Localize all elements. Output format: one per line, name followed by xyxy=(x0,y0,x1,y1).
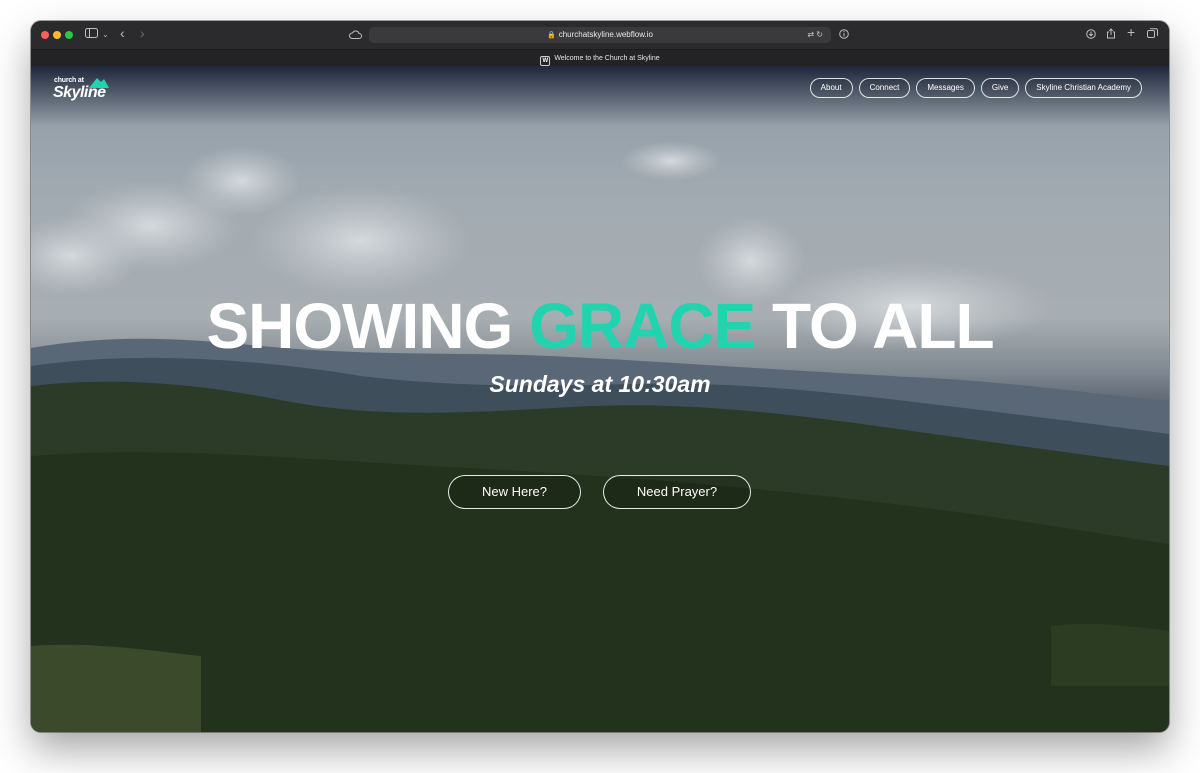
webflow-favicon-icon: W xyxy=(540,56,551,66)
close-window-button[interactable] xyxy=(41,31,49,39)
translate-reload-icons[interactable]: ⇄ ↻ xyxy=(807,27,823,43)
address-bar[interactable]: 🔒 churchatskyline.webflow.io ⇄ ↻ xyxy=(369,27,831,43)
tab-title-text: Welcome to the Church at Skyline xyxy=(554,55,660,62)
nav-connect-button[interactable]: Connect xyxy=(858,78,911,98)
maximize-window-button[interactable] xyxy=(65,31,73,39)
new-here-button[interactable]: New Here? xyxy=(448,475,581,509)
service-times: Sundays at 10:30am xyxy=(489,371,711,397)
need-prayer-button[interactable]: Need Prayer? xyxy=(603,475,751,509)
logo-main-text: Skyline xyxy=(53,84,106,101)
cloud-icon[interactable] xyxy=(349,28,362,42)
hero-background-image xyxy=(31,141,1169,732)
logo-top-text: church at xyxy=(54,77,84,84)
minimize-window-button[interactable] xyxy=(53,31,61,39)
sidebar-toggle-icon[interactable] xyxy=(85,28,99,42)
nav-about-button[interactable]: About xyxy=(809,78,853,98)
headline-part-2: TO ALL xyxy=(755,290,995,362)
download-icon[interactable] xyxy=(1086,28,1096,42)
back-icon[interactable]: ‹ xyxy=(120,26,125,40)
lock-icon: 🔒 xyxy=(547,32,556,39)
chevron-down-icon[interactable]: ⌄ xyxy=(102,28,109,42)
headline-accent: GRACE xyxy=(529,290,756,362)
active-tab[interactable]: W Welcome to the Church at Skyline xyxy=(31,50,1169,67)
forward-icon[interactable]: › xyxy=(140,26,145,40)
church-logo[interactable]: church at Skyline xyxy=(53,76,115,104)
hero-headline: SHOWING GRACE TO ALL xyxy=(31,292,1169,360)
browser-window: ⌄ ‹ › 🔒 churchatskyline.webflow.io ⇄ ↻ + … xyxy=(31,21,1169,732)
url-text: churchatskyline.webflow.io xyxy=(558,30,653,39)
hero-section: church at Skyline About Connect Messages… xyxy=(31,66,1169,732)
browser-toolbar: ⌄ ‹ › 🔒 churchatskyline.webflow.io ⇄ ↻ + … xyxy=(31,21,1169,67)
nav-messages-button[interactable]: Messages xyxy=(916,78,975,98)
nav-give-button[interactable]: Give xyxy=(980,78,1020,98)
nav-academy-button[interactable]: Skyline Christian Academy xyxy=(1025,78,1142,98)
new-tab-icon[interactable]: + xyxy=(1127,25,1135,39)
tab-overview-icon[interactable] xyxy=(1147,28,1158,42)
headline-part-1: SHOWING xyxy=(206,290,530,362)
info-icon[interactable] xyxy=(839,28,849,42)
main-nav: About Connect Messages Give Skyline Chri… xyxy=(809,78,1142,98)
tab-bar: W Welcome to the Church at Skyline xyxy=(31,49,1169,67)
share-icon[interactable] xyxy=(1106,28,1116,42)
